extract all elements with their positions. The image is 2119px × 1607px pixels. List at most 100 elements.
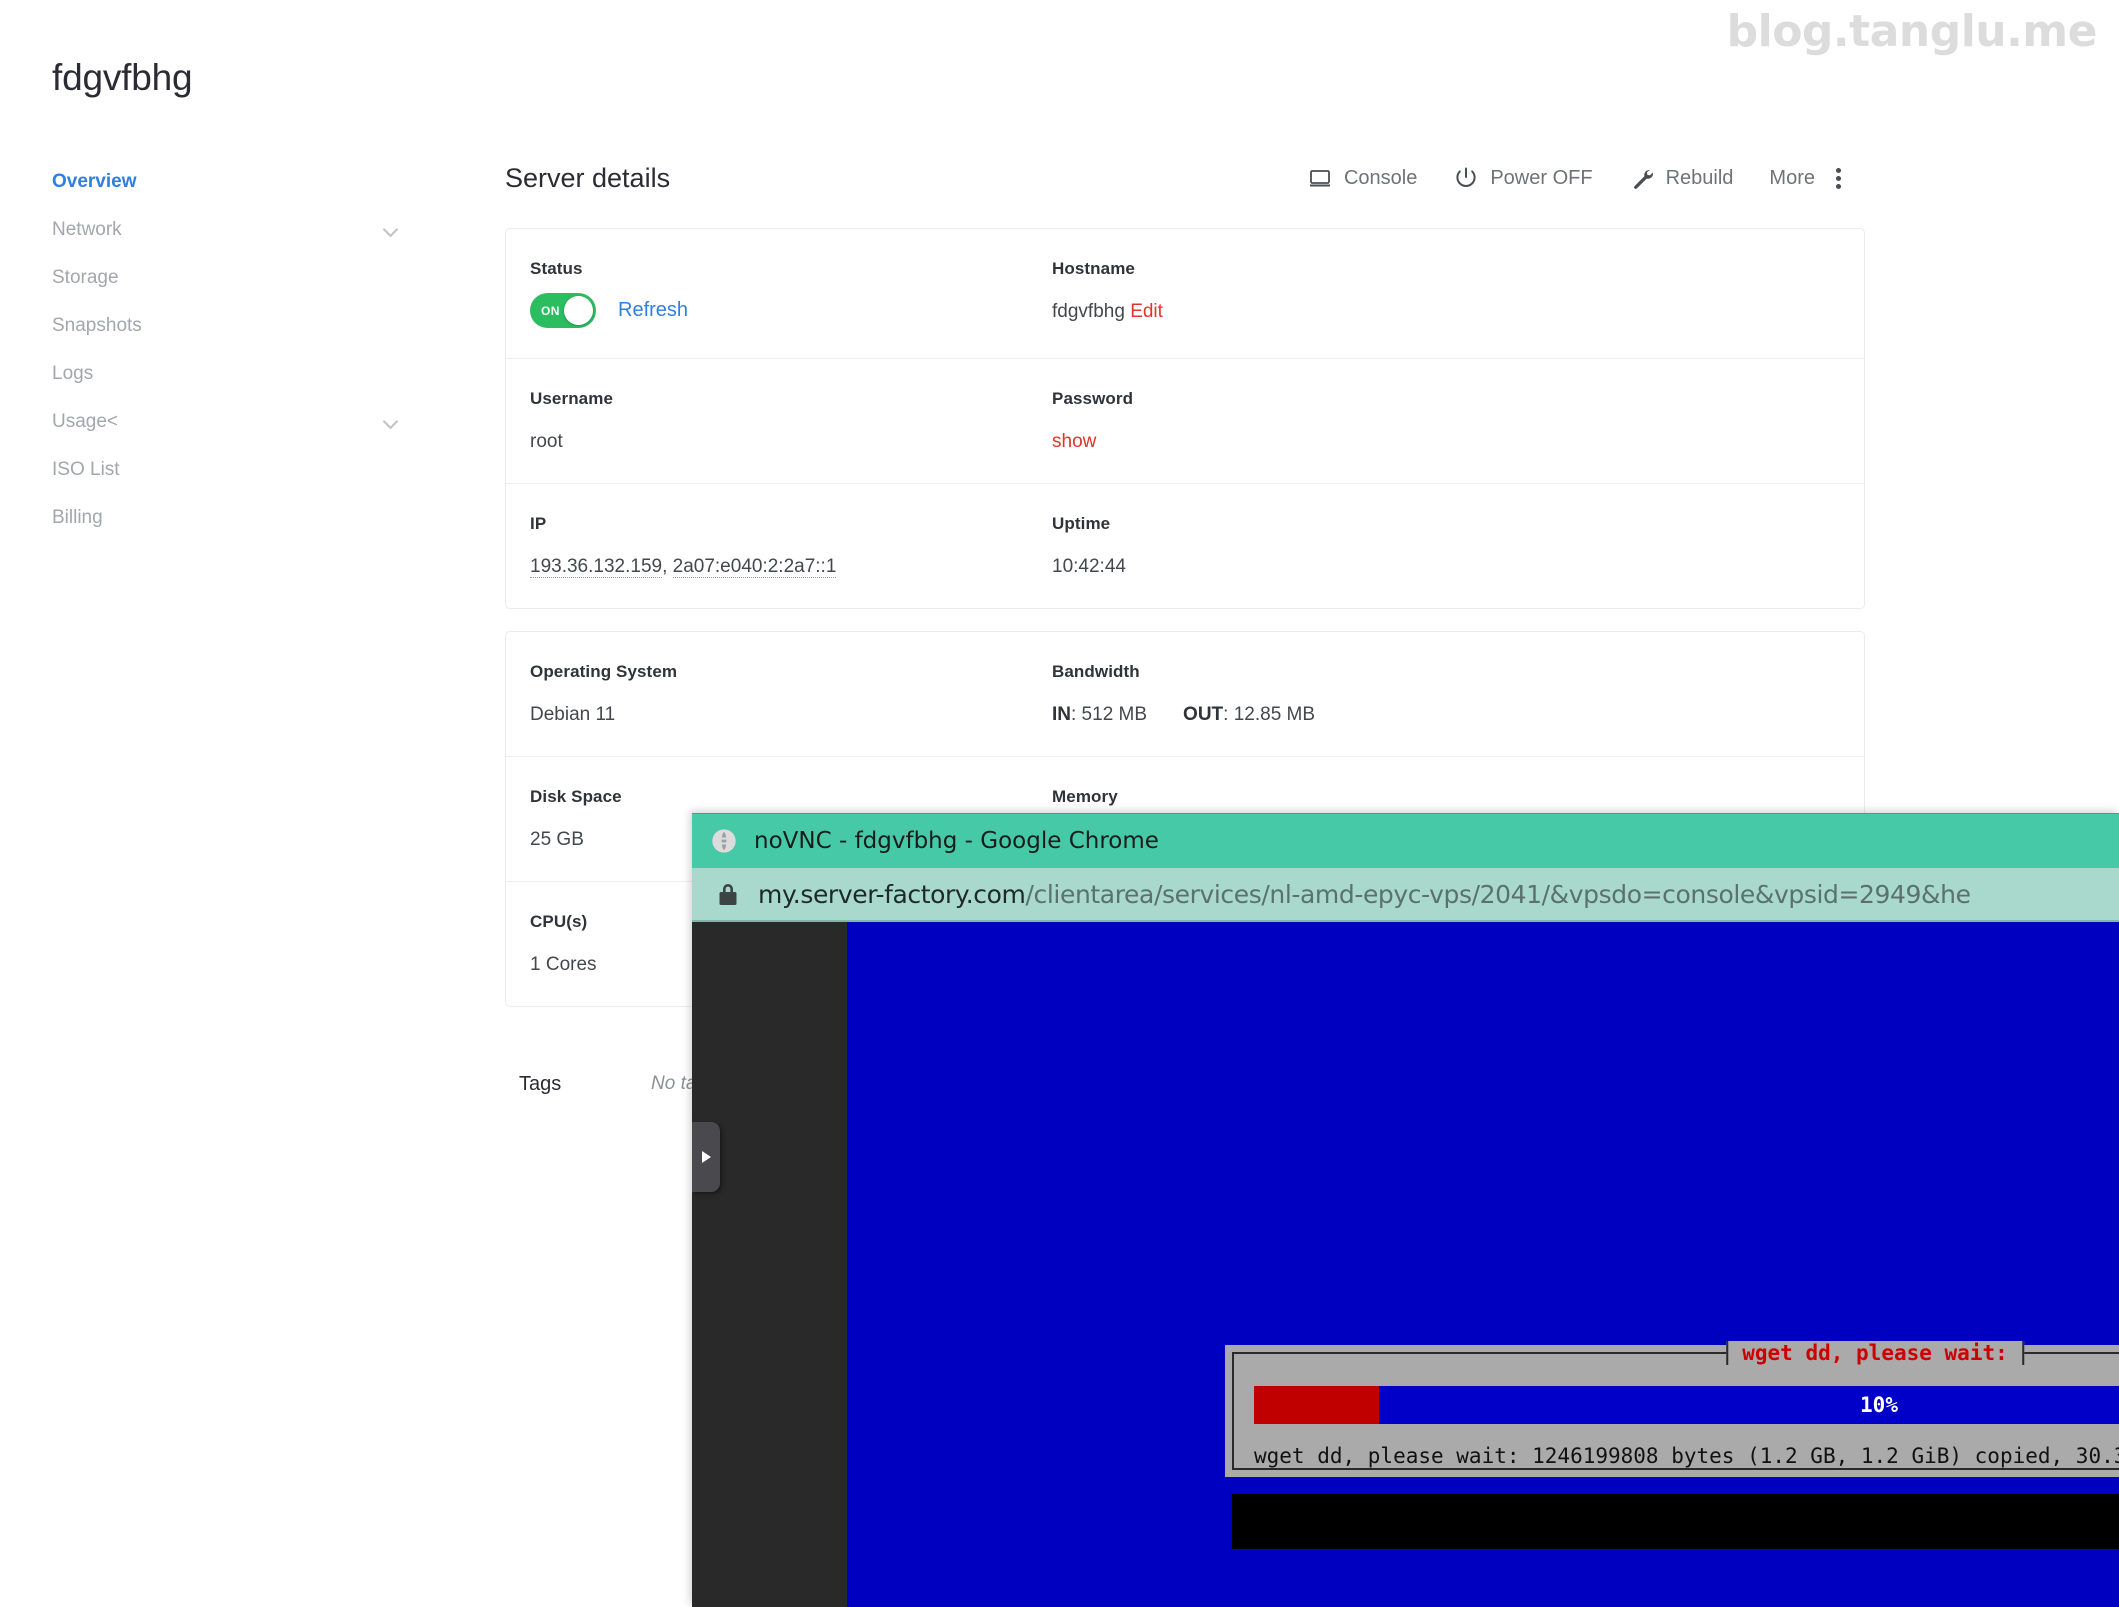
os-value: Debian 11 — [530, 704, 616, 725]
section-title: Server details — [505, 162, 671, 193]
bandwidth-out-key: OUT — [1183, 704, 1224, 725]
console-black-region — [1232, 1494, 2119, 1549]
app-root: blog.tanglu.me fdgvfbhg Overview Network… — [0, 0, 2119, 1607]
wrench-icon — [1629, 165, 1655, 191]
wget-progress-dialog: wget dd, please wait: 10% wget dd, pleas… — [1225, 1341, 2119, 1477]
site-watermark: blog.tanglu.me — [1726, 6, 2098, 57]
sidebar-item-label: Overview — [52, 171, 137, 192]
address-bar-text: my.server-factory.com/clientarea/service… — [758, 880, 1971, 909]
main-header: Server details Console Power OFF Rebuild… — [505, 150, 1865, 206]
username-cell: Username root — [506, 359, 1028, 483]
sidebar-item-snapshots[interactable]: Snapshots — [52, 302, 402, 350]
sidebar-item-label: Logs — [52, 363, 94, 384]
novnc-control-rail — [692, 922, 847, 1607]
lock-icon — [718, 882, 738, 907]
bandwidth-label: Bandwidth — [1052, 662, 1140, 681]
ipv4-address[interactable]: 193.36.132.159 — [530, 556, 663, 578]
bandwidth-in-key: IN — [1052, 704, 1071, 725]
password-cell: Password show — [1028, 359, 1864, 483]
toggle-state-label: ON — [541, 303, 560, 318]
sidebar-item-label: Storage — [52, 267, 119, 288]
power-off-label: Power OFF — [1490, 166, 1593, 189]
monitor-icon — [1307, 165, 1333, 191]
hostname-value-wrap: fdgvfbhg Edit — [1052, 301, 1864, 323]
novnc-panel-toggle[interactable] — [692, 1122, 720, 1192]
vnc-console-screen[interactable]: wget dd, please wait: 10% wget dd, pleas… — [692, 922, 2119, 1607]
tags-label: Tags — [519, 1073, 562, 1095]
detail-row-network: IP 193.36.132.159, 2a07:e040:2:2a7::1 Up… — [506, 484, 1864, 608]
hostname-cell: Hostname fdgvfbhg Edit — [1028, 229, 1864, 358]
memory-label: Memory — [1052, 787, 1118, 806]
username-label: Username — [530, 389, 614, 408]
bandwidth-in: IN: 512 MB — [1052, 704, 1147, 726]
os-cell: Operating System Debian 11 — [506, 632, 1028, 756]
console-button[interactable]: Console — [1289, 165, 1435, 191]
ip-separator: , — [662, 556, 673, 577]
sidebar-item-overview[interactable]: Overview — [52, 158, 402, 206]
hostname-edit-link[interactable]: Edit — [1130, 301, 1163, 322]
status-cell: Status ON Refresh — [506, 229, 1028, 358]
username-value: root — [530, 431, 563, 452]
page-title: fdgvfbhg — [52, 57, 193, 98]
uptime-label: Uptime — [1052, 514, 1111, 533]
sidebar-nav: Overview Network Storage Snapshots Logs … — [52, 158, 402, 542]
detail-row-os: Operating System Debian 11 Bandwidth IN:… — [506, 632, 1864, 757]
more-label: More — [1769, 166, 1815, 189]
progress-percent-label: 10% — [1860, 1393, 1898, 1417]
chevron-right-icon — [701, 1151, 711, 1163]
sidebar-item-storage[interactable]: Storage — [52, 254, 402, 302]
ip-label: IP — [530, 514, 547, 533]
progress-bar: 10% — [1254, 1386, 2119, 1424]
more-button[interactable]: More — [1751, 167, 1865, 190]
ipv6-address[interactable]: 2a07:e040:2:2a7::1 — [672, 556, 837, 578]
dialog-message: wget dd, please wait: 1246199808 bytes (… — [1254, 1444, 2119, 1468]
disk-label: Disk Space — [530, 787, 622, 806]
url-path: /clientarea/services/nl-amd-epyc-vps/204… — [1025, 879, 1971, 909]
console-label: Console — [1343, 166, 1418, 189]
hostname-value: fdgvfbhg — [1052, 301, 1125, 322]
browser-window-title: noVNC - fdgvfbhg - Google Chrome — [754, 828, 1159, 854]
ip-cell: IP 193.36.132.159, 2a07:e040:2:2a7::1 — [506, 484, 1028, 608]
power-toggle[interactable]: ON — [530, 293, 596, 328]
bandwidth-out: OUT: 12.85 MB — [1183, 704, 1315, 726]
bandwidth-in-value: : 512 MB — [1071, 704, 1148, 725]
globe-icon — [710, 827, 738, 855]
action-toolbar: Console Power OFF Rebuild More — [1289, 165, 1865, 191]
sidebar-item-label: ISO List — [52, 459, 120, 480]
bandwidth-cell: Bandwidth IN: 512 MB OUT: 12.85 MB — [1028, 632, 1864, 756]
detail-row-status: Status ON Refresh Hostname fdgvfbhg Edit — [506, 229, 1864, 359]
browser-title-bar[interactable]: noVNC - fdgvfbhg - Google Chrome — [692, 813, 2119, 868]
sidebar-item-label: Snapshots — [52, 315, 142, 336]
dialog-title: wget dd, please wait: — [1726, 1341, 2024, 1365]
sidebar-item-label: Network — [52, 219, 122, 240]
os-label: Operating System — [530, 662, 678, 681]
sidebar-item-label: Usage< — [52, 411, 119, 432]
sidebar-item-billing[interactable]: Billing — [52, 494, 402, 542]
password-label: Password — [1052, 389, 1134, 408]
uptime-value: 10:42:44 — [1052, 556, 1126, 577]
toggle-knob — [564, 296, 593, 325]
browser-address-bar[interactable]: my.server-factory.com/clientarea/service… — [692, 868, 2119, 922]
sidebar-item-iso-list[interactable]: ISO List — [52, 446, 402, 494]
refresh-link[interactable]: Refresh — [618, 299, 688, 322]
bandwidth-out-value: : 12.85 MB — [1223, 704, 1316, 725]
uptime-cell: Uptime 10:42:44 — [1028, 484, 1864, 608]
status-label: Status — [530, 259, 583, 278]
power-icon — [1453, 165, 1479, 191]
chevron-down-icon — [382, 412, 402, 432]
sidebar-item-label: Billing — [52, 507, 103, 528]
password-show-link[interactable]: show — [1052, 431, 1096, 452]
sidebar-item-network[interactable]: Network — [52, 206, 402, 254]
novnc-browser-window: noVNC - fdgvfbhg - Google Chrome my.serv… — [692, 813, 2119, 1607]
hostname-label: Hostname — [1052, 259, 1135, 278]
sidebar-item-usage[interactable]: Usage< — [52, 398, 402, 446]
url-host: my.server-factory.com — [758, 879, 1026, 909]
detail-row-credentials: Username root Password show — [506, 359, 1864, 484]
chevron-down-icon — [382, 220, 402, 240]
sidebar-item-logs[interactable]: Logs — [52, 350, 402, 398]
rebuild-label: Rebuild — [1665, 166, 1734, 189]
power-off-button[interactable]: Power OFF — [1435, 165, 1610, 191]
kebab-icon[interactable] — [1826, 167, 1847, 189]
details-card-primary: Status ON Refresh Hostname fdgvfbhg Edit — [505, 228, 1865, 609]
rebuild-button[interactable]: Rebuild — [1611, 165, 1752, 191]
